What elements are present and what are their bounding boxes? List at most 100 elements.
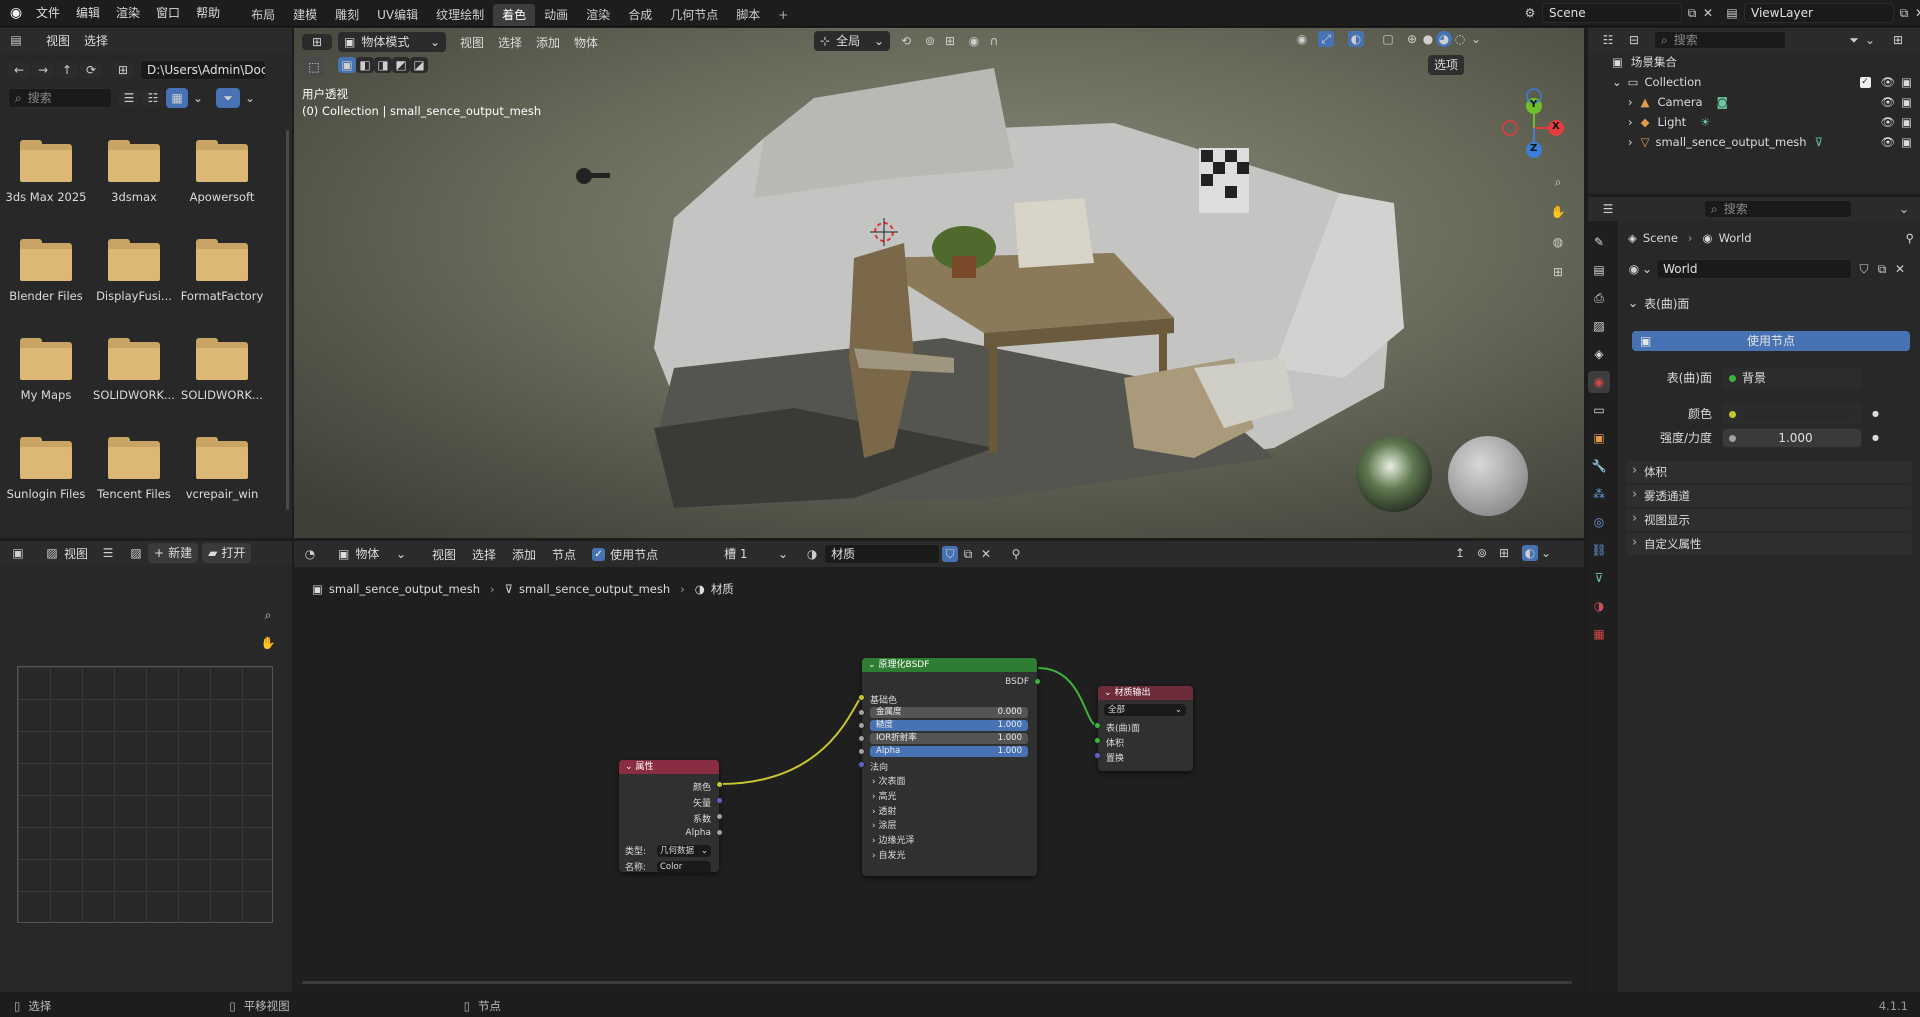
panel-custom-properties[interactable]: 自定义属性: [1626, 532, 1912, 555]
surface-shader-field[interactable]: 背景: [1722, 368, 1862, 388]
hamburger-menu-icon[interactable]: ☰: [100, 545, 116, 561]
orientation-dropdown[interactable]: ⊹ 全局 ⌄: [814, 31, 890, 51]
path-field[interactable]: D:\Users\Admin\Doc...: [140, 60, 266, 80]
socket-vector-out[interactable]: [716, 797, 723, 804]
editor-type-icon[interactable]: ▣: [10, 545, 26, 561]
select-new-icon[interactable]: ▣: [338, 57, 356, 73]
attribute-node[interactable]: ⌄ 属性 颜色 矢量 系数 Alpha 类型: 几何数据 ⌄ 名称: Color: [619, 760, 723, 873]
socket-roughness-in[interactable]: [858, 722, 865, 729]
fb-menu-select[interactable]: 选择: [84, 32, 108, 49]
overlay-toggle-icon[interactable]: ◐: [1348, 31, 1364, 47]
texture-tab-icon[interactable]: ▦: [1588, 623, 1610, 645]
attr-type-dropdown[interactable]: 几何数据 ⌄: [657, 844, 711, 857]
folder-item[interactable]: Sunlogin Files: [2, 427, 90, 526]
scene-new-icon[interactable]: ⧉: [1684, 5, 1700, 21]
object-tab-icon[interactable]: ▣: [1588, 427, 1610, 449]
eye-icon[interactable]: 👁: [1881, 132, 1896, 152]
roughness-slider[interactable]: 糙度 1.000: [870, 720, 1028, 731]
socket-color-out[interactable]: [716, 781, 723, 788]
proportional-edit-icon[interactable]: ◉: [966, 33, 982, 49]
vp-menu-object[interactable]: 物体: [574, 34, 598, 51]
refresh-icon[interactable]: ⟳: [80, 62, 102, 78]
camera-render-icon[interactable]: ▣: [1901, 72, 1912, 92]
solid-shading-icon[interactable]: ●: [1420, 31, 1436, 47]
unlink-world-icon[interactable]: ✕: [1892, 261, 1908, 277]
add-workspace-icon[interactable]: +: [769, 4, 797, 26]
node-editor[interactable]: ◔ ▣ 物体 ⌄ 视图 选择 添加 节点 ✓ 使用节点 槽 1 ⌄ ◑ 材质 ⛉…: [294, 541, 1584, 992]
gizmo-toggle-icon[interactable]: ⤢: [1318, 31, 1334, 47]
viewlayer-name-field[interactable]: ViewLayer: [1744, 3, 1894, 23]
shading-options-chevron-icon[interactable]: ⌄: [1468, 31, 1484, 47]
socket-metallic-in[interactable]: [858, 709, 865, 716]
world-tab-icon[interactable]: ◉: [1588, 371, 1610, 393]
metallic-slider[interactable]: 金属度 0.000: [870, 707, 1028, 718]
modifier-tab-icon[interactable]: 🔧: [1588, 455, 1610, 477]
camera-render-icon[interactable]: ▣: [1901, 92, 1912, 112]
view-layer-tab-icon[interactable]: ▨: [1588, 315, 1610, 337]
back-arrow-icon[interactable]: ←: [8, 62, 30, 78]
zoom-icon[interactable]: ⌕: [260, 607, 276, 623]
thumbnails-icon[interactable]: ▦: [166, 88, 188, 108]
socket-displacement-in[interactable]: [1094, 752, 1101, 759]
keyframe-dot-icon[interactable]: ●: [1872, 403, 1879, 425]
bsdf-subpanel[interactable]: › 透射: [872, 804, 896, 817]
bsdf-subpanel[interactable]: › 次表面: [872, 774, 905, 787]
principled-bsdf-node[interactable]: ⌄ 原理化BSDF BSDF 基础色 金属度 0.000 糙度 1.000 IOR…: [858, 658, 1041, 876]
open-image-button[interactable]: ▰ 打开: [202, 543, 252, 563]
vp-menu-select[interactable]: 选择: [498, 34, 522, 51]
data-tab-icon[interactable]: ⊽: [1588, 567, 1610, 589]
tab-geometry-nodes[interactable]: 几何节点: [661, 4, 727, 26]
pivot-icon[interactable]: ⟲: [898, 33, 914, 49]
tab-sculpting[interactable]: 雕刻: [326, 4, 368, 26]
folder-item[interactable]: Blender Files: [2, 229, 90, 328]
fb-search-input[interactable]: ⌕ 搜索: [8, 88, 112, 108]
material-shading-icon[interactable]: ◕: [1436, 31, 1452, 47]
list-vertical-icon[interactable]: ☰: [118, 90, 140, 106]
output-tab-icon[interactable]: ⎙: [1588, 287, 1610, 309]
collapse-chevron-icon[interactable]: ⌄: [1104, 688, 1112, 698]
tab-shading[interactable]: 着色: [493, 4, 536, 26]
bsdf-subpanel[interactable]: › 自发光: [872, 848, 905, 861]
fb-menu-view[interactable]: 视图: [46, 32, 70, 49]
surface-panel-header[interactable]: ⌄ 表(曲)面: [1628, 293, 1914, 313]
socket-surface-in[interactable]: [1094, 722, 1101, 729]
editor-type-icon[interactable]: ⊞: [302, 34, 332, 50]
falloff-icon[interactable]: ∩: [986, 33, 1002, 49]
collapse-chevron-icon[interactable]: ⌄: [868, 660, 876, 670]
socket-ior-in[interactable]: [858, 735, 865, 742]
alpha-slider[interactable]: Alpha 1.000: [870, 746, 1028, 757]
menu-edit[interactable]: 编辑: [68, 0, 108, 27]
folder-item[interactable]: FormatFactory: [178, 229, 266, 328]
eye-icon[interactable]: 👁: [1881, 112, 1896, 132]
image-browse-icon[interactable]: ▨: [128, 545, 144, 561]
attr-name-field[interactable]: Color: [657, 860, 711, 873]
eye-icon[interactable]: 👁: [1881, 72, 1896, 92]
render-tab-icon[interactable]: ▤: [1588, 259, 1610, 281]
pin-icon[interactable]: ⚲: [1906, 231, 1914, 245]
tab-animation[interactable]: 动画: [535, 4, 577, 26]
tab-scripting[interactable]: 脚本: [727, 4, 769, 26]
chevron-down-icon[interactable]: ⌄: [1612, 72, 1622, 92]
properties-search-input[interactable]: ⌕ 搜索: [1704, 200, 1852, 218]
folder-item[interactable]: vcrepair_win: [178, 427, 266, 526]
tab-compositing[interactable]: 合成: [619, 4, 661, 26]
perspective-toggle-icon[interactable]: ⊞: [1546, 260, 1570, 284]
socket-volume-in[interactable]: [1094, 737, 1101, 744]
snap-target-icon[interactable]: ⊞: [942, 33, 958, 49]
particles-tab-icon[interactable]: ⁂: [1588, 483, 1610, 505]
scene-close-icon[interactable]: ✕: [1700, 5, 1716, 21]
select-extend-icon[interactable]: ◧: [356, 57, 374, 73]
filter-icon[interactable]: ⏷: [1846, 32, 1862, 48]
duplicate-world-icon[interactable]: ⧉: [1874, 261, 1890, 277]
socket-base-color-in[interactable]: [858, 694, 865, 701]
constraints-tab-icon[interactable]: ⛓: [1588, 539, 1610, 561]
zoom-icon[interactable]: ⌕: [1546, 170, 1570, 194]
filter-icon[interactable]: ⏷: [216, 88, 240, 108]
menu-help[interactable]: 帮助: [188, 0, 228, 27]
xray-icon[interactable]: ▢: [1380, 31, 1396, 47]
fb-scrollbar[interactable]: [286, 130, 289, 510]
socket-alpha-in[interactable]: [858, 748, 865, 755]
viewlayer-close-icon[interactable]: ✕: [1912, 5, 1920, 21]
folder-item[interactable]: DisplayFusi...: [90, 229, 178, 328]
folder-item[interactable]: My Maps: [2, 328, 90, 427]
